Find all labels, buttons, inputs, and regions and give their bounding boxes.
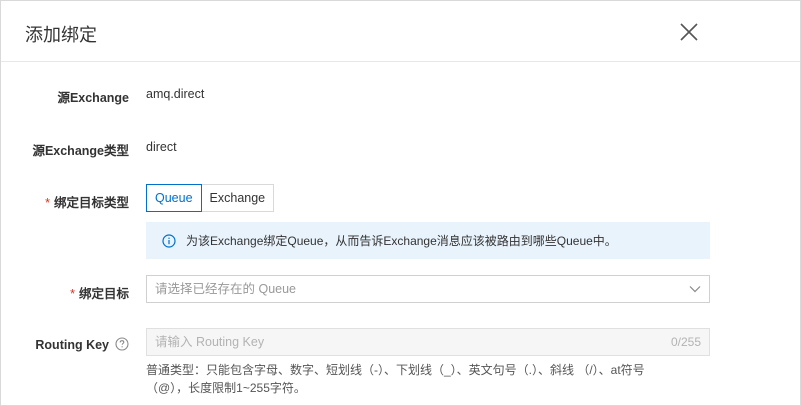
- bind-target-type-label-text: 绑定目标类型: [53, 196, 129, 210]
- info-banner: 为该Exchange绑定Queue，从而告诉Exchange消息应该被路由到哪些…: [146, 222, 710, 259]
- source-exchange-value: amq.direct: [146, 87, 205, 101]
- routing-key-label: Routing Key: [35, 337, 129, 352]
- bind-target-label: * 绑定目标: [70, 283, 129, 302]
- exchange-option-button[interactable]: Exchange: [201, 184, 275, 212]
- routing-key-placeholder: 请输入 Routing Key: [155, 335, 265, 349]
- close-icon[interactable]: [678, 21, 700, 43]
- queue-option-button[interactable]: Queue: [146, 184, 202, 212]
- routing-key-hint: 普通类型：只能包含字母、数字、短划线（-）、下划线（_）、英文句号（.）、斜线 …: [146, 363, 645, 395]
- question-circle-icon[interactable]: [115, 337, 129, 351]
- required-mark: *: [70, 287, 75, 301]
- chevron-down-icon: [689, 286, 701, 293]
- bind-target-label-text: 绑定目标: [78, 287, 129, 301]
- dialog-header: 添加绑定: [1, 1, 800, 62]
- dialog-title: 添加绑定: [25, 25, 97, 45]
- routing-key-counter: 0/255: [670, 335, 701, 349]
- bind-target-type-label: * 绑定目标类型: [45, 192, 129, 211]
- source-exchange-type-label: 源Exchange类型: [32, 144, 129, 158]
- bind-target-type-toggle: Queue Exchange: [146, 184, 275, 212]
- required-mark: *: [45, 196, 50, 210]
- routing-key-label-text: Routing Key: [35, 338, 109, 352]
- source-exchange-type-value: direct: [146, 140, 177, 154]
- info-text: 为该Exchange绑定Queue，从而告诉Exchange消息应该被路由到哪些…: [186, 234, 617, 248]
- bind-target-select[interactable]: 请选择已经存在的 Queue: [146, 275, 710, 303]
- info-icon: [162, 233, 176, 248]
- add-binding-dialog: 添加绑定 源Exchange amq.direct 源Exchange类型 di…: [0, 0, 801, 406]
- routing-key-input[interactable]: 请输入 Routing Key 0/255: [146, 328, 710, 356]
- source-exchange-label: 源Exchange: [57, 91, 129, 105]
- bind-target-placeholder: 请选择已经存在的 Queue: [155, 282, 297, 296]
